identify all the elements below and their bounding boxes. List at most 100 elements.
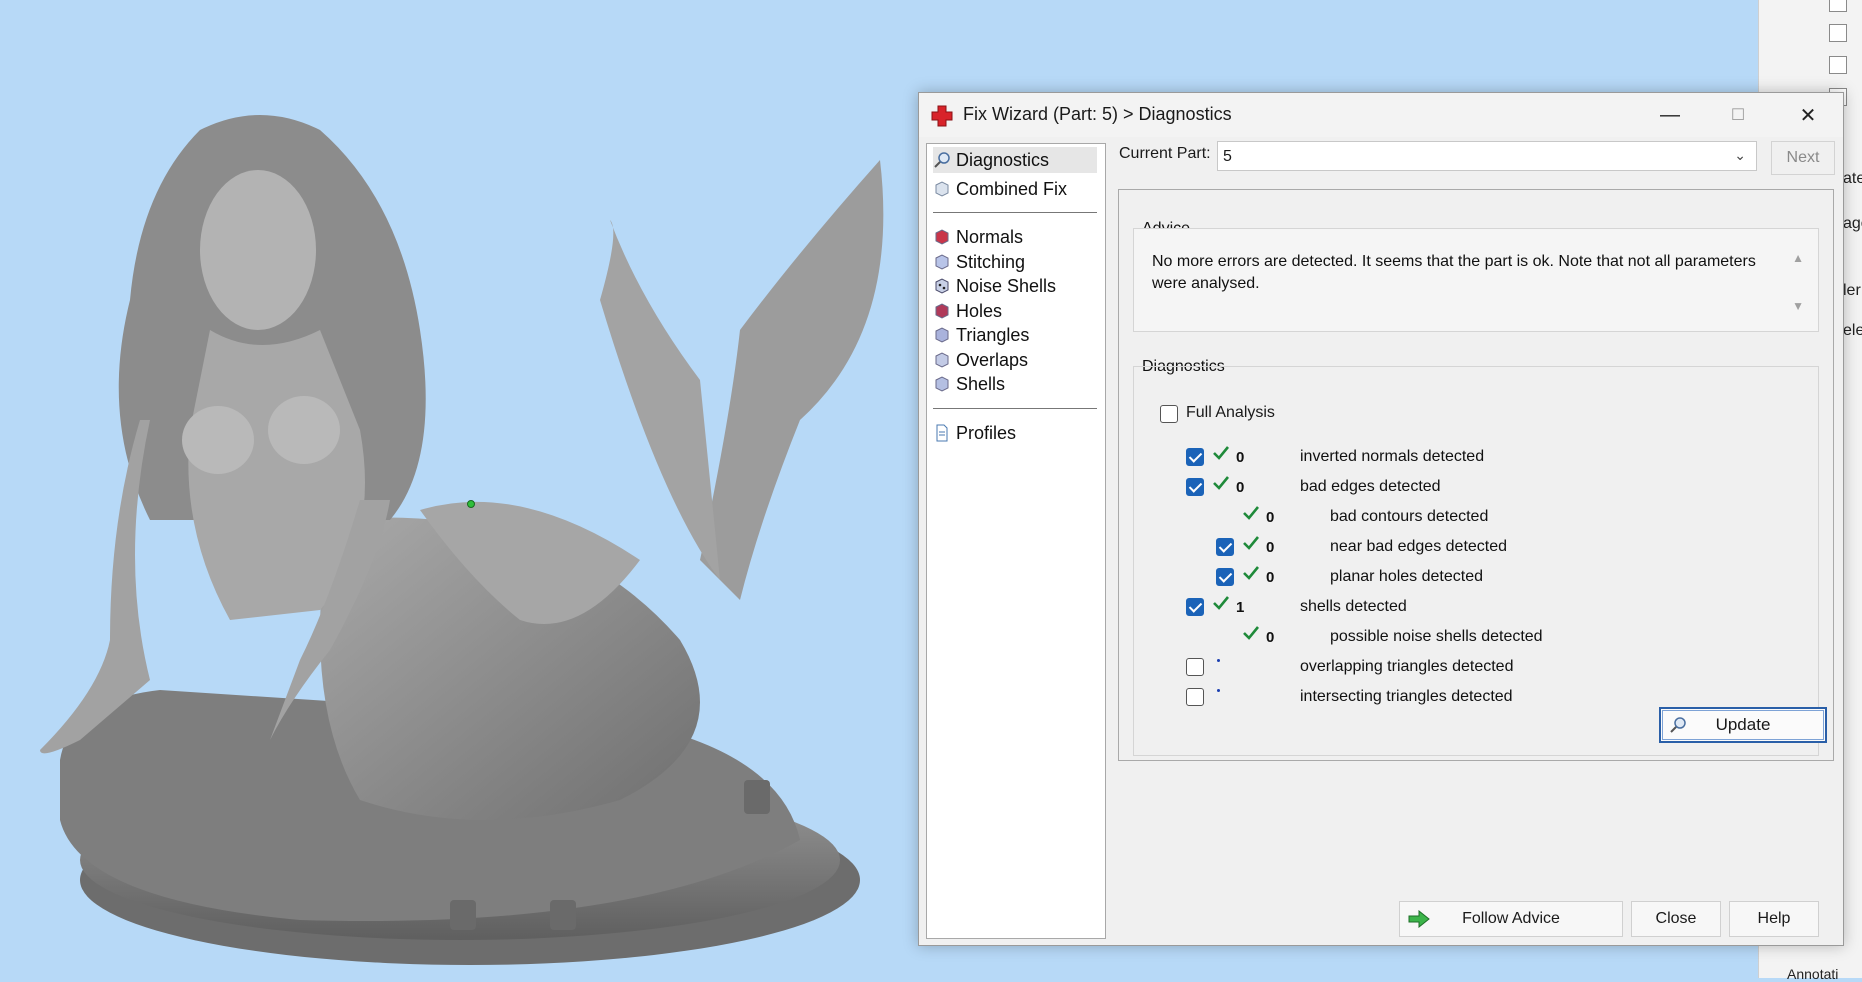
next-button[interactable]: Next <box>1771 141 1835 175</box>
nav-label: Normals <box>956 226 1024 247</box>
current-part-select[interactable]: 5 ⌄ <box>1217 141 1757 171</box>
near-bad-edges-label: near bad edges detected <box>1330 538 1508 555</box>
dialog-titlebar[interactable]: Fix Wizard (Part: 5) > Diagnostics — ☐ ✕ <box>919 93 1843 137</box>
document-icon <box>936 424 948 442</box>
nav-separator <box>933 212 1097 213</box>
bad-contours-count: 0 <box>1266 509 1275 526</box>
help-button[interactable]: Help <box>1729 901 1819 937</box>
nav-item-overlaps[interactable]: Overlaps <box>933 347 1097 373</box>
close-button[interactable]: Close <box>1631 901 1721 937</box>
ok-check-icon <box>1213 596 1230 610</box>
overlapping-triangles-checkbox[interactable] <box>1186 658 1204 676</box>
shells-label: shells detected <box>1300 598 1407 615</box>
intersecting-triangles-checkbox[interactable] <box>1186 688 1204 706</box>
nav-item-profiles[interactable]: Profiles <box>933 420 1097 446</box>
ok-check-icon <box>1243 566 1260 580</box>
cube-icon <box>935 181 949 197</box>
ok-check-icon <box>1243 506 1260 520</box>
ok-check-icon <box>1243 536 1260 550</box>
follow-advice-label: Follow Advice <box>1462 910 1560 927</box>
mermaid-model <box>40 115 884 965</box>
fix-wizard-dialog: Fix Wizard (Part: 5) > Diagnostics — ☐ ✕… <box>918 92 1844 946</box>
update-label: Update <box>1715 715 1771 734</box>
nav-label: Profiles <box>956 422 1017 443</box>
panel-text-fragment: ler <box>1843 282 1861 299</box>
magnifier-icon <box>1670 717 1686 733</box>
magnifier-icon <box>934 152 950 168</box>
normals-cube-icon <box>935 229 949 245</box>
full-analysis-label: Full Analysis <box>1186 404 1275 421</box>
advice-text: No more errors are detected. It seems th… <box>1152 253 1756 292</box>
dialog-title: Fix Wizard (Part: 5) > Diagnostics <box>963 104 1232 124</box>
planar-holes-label: planar holes detected <box>1330 568 1483 585</box>
panel-checkbox[interactable] <box>1829 24 1847 42</box>
near-bad-edges-checkbox[interactable] <box>1216 538 1234 556</box>
nav-item-stitching[interactable]: Stitching <box>933 249 1097 275</box>
diagnostics-box: Full Analysis 0 inverted normals detecte… <box>1133 366 1827 756</box>
panel-checkbox[interactable] <box>1829 56 1847 74</box>
nav-label: Holes <box>956 300 1003 321</box>
diagnostics-panel: Advice No more errors are detected. It s… <box>1118 189 1834 761</box>
nav-item-normals[interactable]: Normals <box>933 224 1097 250</box>
panel-text-fragment: elec <box>1843 322 1862 339</box>
update-button[interactable]: Update <box>1659 707 1827 743</box>
planar-holes-checkbox[interactable] <box>1216 568 1234 586</box>
follow-advice-button[interactable]: Follow Advice <box>1399 901 1623 937</box>
overlaps-cube-icon <box>935 352 949 368</box>
holes-cube-icon <box>935 303 949 319</box>
panel-text-fragment: age <box>1843 215 1862 232</box>
pending-dot-icon <box>1217 659 1220 662</box>
maximize-button[interactable]: ☐ <box>1711 93 1765 137</box>
bad-edges-count: 0 <box>1236 479 1245 496</box>
ok-check-icon <box>1213 476 1230 490</box>
nav-item-diagnostics[interactable]: Diagnostics <box>933 147 1097 173</box>
noise-shells-count: 0 <box>1266 629 1275 646</box>
nav-item-shells[interactable]: Shells <box>933 371 1097 397</box>
wizard-nav: Diagnostics Combined Fix Normals Stitchi… <box>926 143 1106 939</box>
noise-shells-label: possible noise shells detected <box>1330 628 1543 645</box>
shells-checkbox[interactable] <box>1186 598 1204 616</box>
nav-label: Noise Shells <box>956 275 1057 296</box>
near-bad-edges-count: 0 <box>1266 539 1275 556</box>
nav-item-combined-fix[interactable]: Combined Fix <box>933 176 1097 202</box>
pending-dot-icon <box>1217 689 1220 692</box>
current-part-value: 5 <box>1223 148 1232 165</box>
nav-item-triangles[interactable]: Triangles <box>933 322 1097 348</box>
panel-checkbox[interactable] <box>1829 0 1847 12</box>
bad-contours-label: bad contours detected <box>1330 508 1489 525</box>
full-analysis-checkbox[interactable] <box>1160 405 1178 423</box>
green-arrow-icon <box>1408 910 1430 928</box>
advice-box: No more errors are detected. It seems th… <box>1133 228 1819 332</box>
nav-label: Overlaps <box>956 349 1029 370</box>
planar-holes-count: 0 <box>1266 569 1275 586</box>
nav-label: Diagnostics <box>956 149 1050 170</box>
current-part-label: Current Part: <box>1119 145 1211 162</box>
bad-edges-label: bad edges detected <box>1300 478 1441 495</box>
panel-text-fragment: ate <box>1843 170 1862 187</box>
nav-item-holes[interactable]: Holes <box>933 298 1097 324</box>
nav-label: Triangles <box>956 324 1030 345</box>
inverted-normals-count: 0 <box>1236 449 1245 466</box>
nav-separator <box>933 408 1097 409</box>
overlapping-triangles-label: overlapping triangles detected <box>1300 658 1514 675</box>
ok-check-icon <box>1213 446 1230 460</box>
scroll-up-icon[interactable]: ▲ <box>1792 251 1804 265</box>
close-window-button[interactable]: ✕ <box>1781 93 1835 137</box>
nav-label: Shells <box>956 373 1006 394</box>
noise-shells-cube-icon <box>935 278 949 294</box>
bad-edges-checkbox[interactable] <box>1186 478 1204 496</box>
scroll-down-icon[interactable]: ▼ <box>1792 299 1804 313</box>
intersecting-triangles-label: intersecting triangles detected <box>1300 688 1513 705</box>
shells-cube-icon <box>935 376 949 392</box>
triangles-cube-icon <box>935 327 949 343</box>
inverted-normals-label: inverted normals detected <box>1300 448 1485 465</box>
chevron-down-icon: ⌄ <box>1734 147 1746 163</box>
inverted-normals-checkbox[interactable] <box>1186 448 1204 466</box>
ok-check-icon <box>1243 626 1260 640</box>
minimize-button[interactable]: — <box>1643 93 1697 137</box>
nav-item-noise-shells[interactable]: Noise Shells <box>933 273 1097 299</box>
fix-wizard-icon <box>931 105 953 127</box>
nav-label: Combined Fix <box>956 178 1068 199</box>
panel-text-fragment: Annotati <box>1787 966 1839 982</box>
stitching-cube-icon <box>935 254 949 270</box>
